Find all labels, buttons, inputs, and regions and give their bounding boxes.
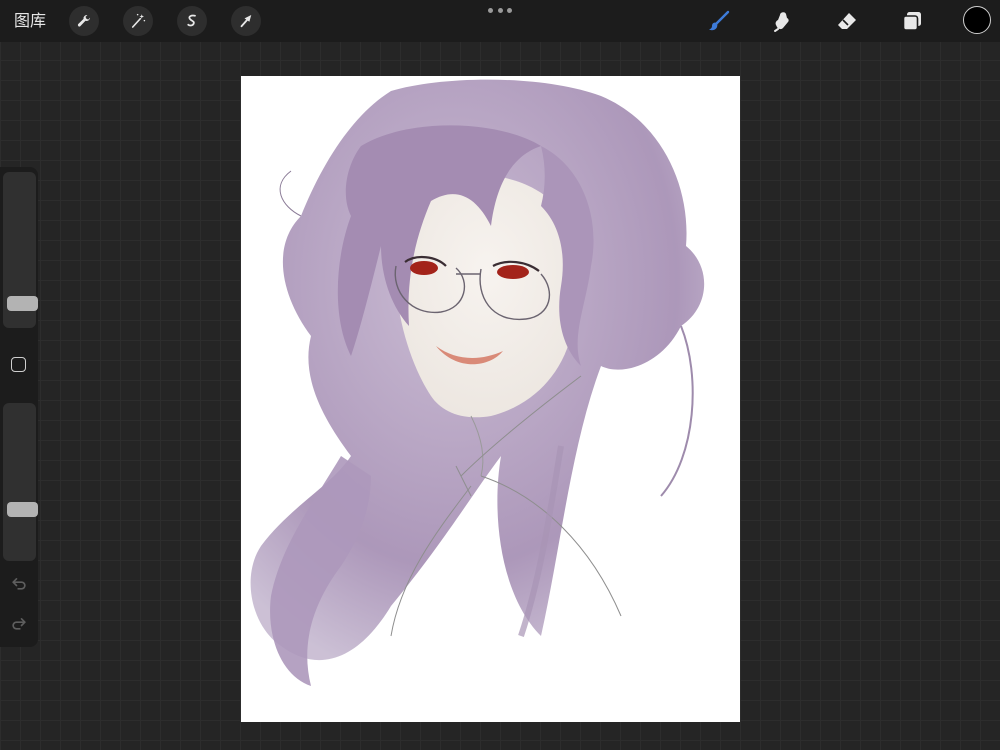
brush-icon (709, 10, 730, 31)
eraser-icon (838, 13, 856, 29)
color-picker-button[interactable] (963, 6, 991, 34)
wrench-icon (77, 14, 90, 27)
layers-button[interactable] (897, 6, 927, 36)
artwork-illustration (250, 79, 705, 686)
layers-icon (902, 12, 921, 31)
drawing-canvas[interactable] (241, 76, 740, 722)
modify-button[interactable] (11, 357, 26, 372)
selection-icon (187, 14, 196, 27)
eraser-button[interactable] (832, 6, 862, 36)
adjustments-button[interactable] (123, 6, 153, 36)
smudge-button[interactable] (768, 6, 798, 36)
brush-size-slider[interactable] (3, 172, 38, 328)
transform-arrow-icon (240, 15, 252, 28)
opacity-thumb[interactable] (7, 501, 38, 517)
handle-dot (488, 7, 493, 13)
brush-size-thumb[interactable] (7, 295, 38, 311)
selection-button[interactable] (177, 6, 207, 36)
transform-button[interactable] (231, 6, 261, 36)
top-toolbar: 图库 (0, 0, 1000, 42)
undo-icon[interactable] (9, 573, 29, 593)
opacity-slider[interactable] (3, 403, 38, 561)
handle-dot (497, 7, 503, 13)
magic-wand-icon (131, 13, 146, 28)
toolbar-handle[interactable] (488, 6, 512, 14)
redo-icon[interactable] (9, 613, 29, 633)
brush-button[interactable] (704, 6, 734, 36)
left-sidebar (0, 167, 38, 647)
actions-button[interactable] (69, 6, 99, 36)
smudge-icon (774, 12, 789, 32)
gallery-button[interactable]: 图库 (14, 10, 46, 32)
handle-dot (507, 7, 512, 13)
